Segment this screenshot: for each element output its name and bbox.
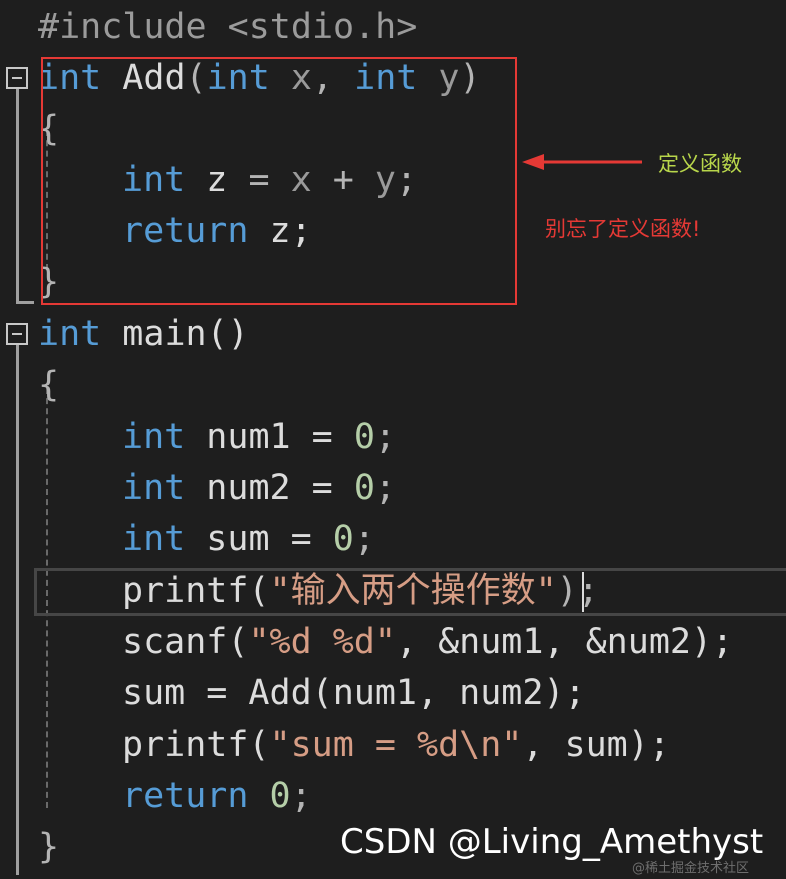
number-literal: 0 xyxy=(269,776,291,816)
call-end: ); xyxy=(556,571,599,611)
number-literal: 0 xyxy=(353,468,375,508)
string-literal: "输入两个操作数" xyxy=(269,571,557,611)
annotation-note-define: 定义函数 xyxy=(658,152,742,176)
number-literal: 0 xyxy=(353,417,375,457)
close-brace: } xyxy=(38,827,60,867)
code-line-printf-prompt[interactable]: printf("输入两个操作数"); xyxy=(122,566,599,617)
code-line-sum[interactable]: int sum = 0; xyxy=(122,514,375,565)
fold-end-add xyxy=(16,301,34,304)
return-type: int xyxy=(38,314,102,354)
code-line-main-return[interactable]: return 0; xyxy=(122,771,312,822)
type-keyword: int xyxy=(122,519,186,559)
code-line-printf-sum[interactable]: printf("sum = %d\n", sum); xyxy=(122,720,670,771)
semicolon: ; xyxy=(374,417,396,457)
type-keyword: int xyxy=(122,417,186,457)
watermark-juejin: @稀土掘金技术社区 xyxy=(632,861,750,876)
code-line-main-close-brace[interactable]: } xyxy=(38,822,59,873)
semicolon: ; xyxy=(353,519,375,559)
watermark-csdn: CSDN @Living_Amethyst xyxy=(340,822,764,862)
string-literal: "sum = %d\n" xyxy=(269,725,523,765)
fold-toggle-main[interactable] xyxy=(6,323,28,345)
code-line-scanf[interactable]: scanf("%d %d", &num1, &num2); xyxy=(122,617,733,668)
code-line-main-open-brace[interactable]: { xyxy=(38,360,59,411)
include-header: <stdio.h> xyxy=(227,7,418,47)
function-name-main: main() xyxy=(122,314,249,354)
code-line-sum-assign[interactable]: sum = Add(num1, num2); xyxy=(122,668,586,719)
declaration: sum = xyxy=(206,519,312,559)
call-args: , sum); xyxy=(522,725,670,765)
text-caret xyxy=(582,572,584,612)
open-brace: { xyxy=(38,365,60,405)
type-keyword: int xyxy=(122,468,186,508)
annotation-note-reminder: 别忘了定义函数! xyxy=(545,217,701,241)
semicolon: ; xyxy=(290,776,312,816)
code-line-num2[interactable]: int num2 = 0; xyxy=(122,463,396,514)
call-args: , &num1, &num2); xyxy=(395,622,734,662)
fold-range-add xyxy=(16,89,19,303)
declaration: num2 = xyxy=(206,468,333,508)
function-call: printf( xyxy=(122,725,270,765)
number-literal: 0 xyxy=(332,519,354,559)
semicolon: ; xyxy=(374,468,396,508)
declaration: num1 = xyxy=(206,417,333,457)
code-line-include[interactable]: #include <stdio.h> xyxy=(38,2,417,53)
function-call: printf( xyxy=(122,571,270,611)
preprocessor-directive: #include xyxy=(38,7,207,47)
statement: sum = Add(num1, num2); xyxy=(122,673,586,713)
fold-toggle-add[interactable] xyxy=(6,67,28,89)
code-line-num1[interactable]: int num1 = 0; xyxy=(122,412,396,463)
function-call: scanf( xyxy=(122,622,249,662)
code-line-main-signature[interactable]: int main() xyxy=(38,309,249,360)
string-literal: "%d %d" xyxy=(248,622,396,662)
return-keyword: return xyxy=(122,776,249,816)
annotation-highlight-box xyxy=(41,57,517,305)
fold-range-main xyxy=(16,345,19,875)
code-editor[interactable]: #include <stdio.h> int Add(int x, int y)… xyxy=(0,0,786,879)
annotation-arrow-icon xyxy=(522,154,642,170)
